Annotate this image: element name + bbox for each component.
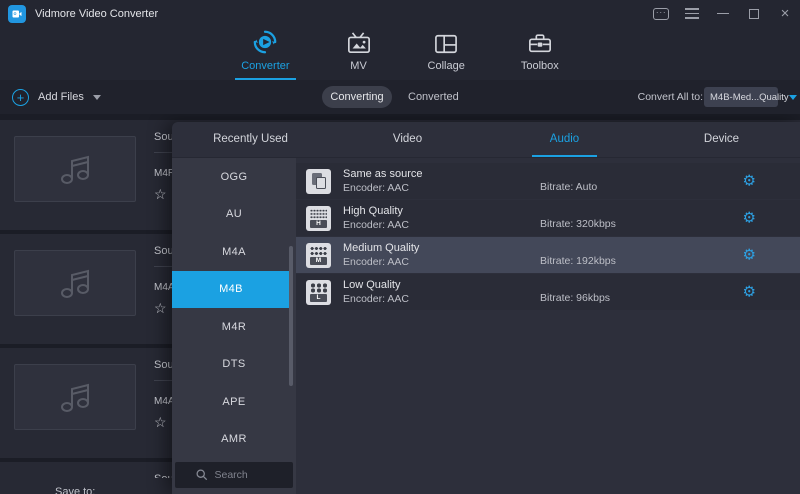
file-source-label: Sou	[154, 359, 174, 371]
maximize-icon[interactable]	[745, 5, 763, 23]
app-window: Vidmore Video Converter ··· × Converte	[0, 0, 800, 494]
audio-thumbnail	[14, 136, 136, 202]
panel-tab-video[interactable]: Video	[329, 122, 486, 157]
settings-gear-icon[interactable]: ⚙	[743, 248, 756, 263]
search-input[interactable]	[215, 469, 273, 481]
profile-encoder: Encoder: AAC	[343, 256, 419, 268]
profile-medium-quality[interactable]: M Medium Quality Encoder: AAC Bitrate: 1…	[296, 237, 800, 273]
format-item-amr[interactable]: AMR	[172, 421, 296, 459]
format-panel: Recently Used Video Audio Device OGG AU …	[172, 122, 800, 494]
format-item-m4b[interactable]: M4B	[172, 271, 290, 309]
profile-bitrate: Bitrate: 192kbps	[540, 255, 616, 267]
profile-name: Medium Quality	[343, 242, 419, 254]
format-search-box[interactable]	[175, 462, 293, 488]
tab-converter-label: Converter	[241, 60, 289, 72]
profile-name: Low Quality	[343, 279, 409, 291]
add-files-button[interactable]: + Add Files	[12, 80, 101, 114]
profile-name: High Quality	[343, 205, 409, 217]
profile-encoder: Encoder: AAC	[343, 182, 422, 194]
audio-thumbnail	[14, 364, 136, 430]
panel-tab-device[interactable]: Device	[643, 122, 800, 157]
close-icon[interactable]: ×	[776, 5, 794, 23]
settings-gear-icon[interactable]: ⚙	[743, 285, 756, 300]
panel-tab-recently-used[interactable]: Recently Used	[172, 122, 329, 157]
panel-body: OGG AU M4A M4B M4R DTS APE AMR	[172, 158, 800, 494]
toolbar: + Add Files Converting Converted Convert…	[0, 80, 800, 114]
tab-mv-label: MV	[350, 60, 367, 72]
convert-all-dropdown[interactable]: M4B-Med...Quality	[704, 87, 778, 107]
add-files-label: Add Files	[38, 91, 84, 103]
low-quality-icon: L	[306, 280, 331, 305]
profile-bitrate: Bitrate: Auto	[540, 181, 597, 193]
profile-low-quality[interactable]: L Low Quality Encoder: AAC Bitrate: 96kb…	[296, 274, 800, 310]
file-source-label: Sou	[154, 245, 174, 257]
menu-icon[interactable]	[683, 5, 701, 23]
tab-collage[interactable]: Collage	[422, 27, 471, 80]
app-logo-icon	[8, 5, 26, 23]
tab-toolbox-label: Toolbox	[521, 60, 559, 72]
medium-quality-icon: M	[306, 243, 331, 268]
format-list: OGG AU M4A M4B M4R DTS APE AMR	[172, 158, 296, 494]
settings-gear-icon[interactable]: ⚙	[743, 211, 756, 226]
tab-toolbox[interactable]: Toolbox	[515, 27, 565, 80]
profile-high-quality[interactable]: H High Quality Encoder: AAC Bitrate: 320…	[296, 200, 800, 236]
format-item-ogg[interactable]: OGG	[172, 158, 296, 196]
collage-icon	[433, 29, 459, 55]
format-item-m4a[interactable]: M4A	[172, 233, 296, 271]
add-files-caret-icon	[93, 95, 101, 100]
format-list-scrollbar[interactable]	[289, 246, 293, 386]
feedback-icon[interactable]: ···	[652, 5, 670, 23]
profile-name: Same as source	[343, 168, 422, 180]
format-item-m4r[interactable]: M4R	[172, 308, 296, 346]
effect-star-icon[interactable]: ☆	[154, 414, 167, 430]
panel-tab-audio[interactable]: Audio	[486, 122, 643, 157]
same-as-source-icon	[306, 169, 331, 194]
tab-collage-label: Collage	[428, 60, 465, 72]
converting-tab[interactable]: Converting	[322, 86, 392, 108]
chevron-down-icon	[789, 95, 797, 100]
convert-all-value: M4B-Med...Quality	[710, 92, 789, 103]
high-quality-icon: H	[306, 206, 331, 231]
settings-gear-icon[interactable]: ⚙	[743, 174, 756, 189]
format-item-ape[interactable]: APE	[172, 383, 296, 421]
profile-list: Same as source Encoder: AAC Bitrate: Aut…	[296, 158, 800, 494]
window-title: Vidmore Video Converter	[35, 8, 158, 20]
save-to-label: Save to:	[55, 486, 95, 494]
effect-star-icon[interactable]: ☆	[154, 186, 167, 202]
window-controls: ··· ×	[652, 0, 794, 27]
profile-bitrate: Bitrate: 96kbps	[540, 292, 610, 304]
profile-encoder: Encoder: AAC	[343, 293, 409, 305]
file-source-label: Sou	[154, 131, 174, 143]
format-item-dts[interactable]: DTS	[172, 346, 296, 384]
titlebar: Vidmore Video Converter ··· ×	[0, 0, 800, 27]
plus-icon: +	[12, 89, 29, 106]
tab-converter[interactable]: Converter	[235, 27, 295, 80]
toolbox-icon	[527, 29, 553, 55]
tab-mv[interactable]: MV	[340, 27, 378, 80]
mv-icon	[346, 29, 372, 55]
profile-encoder: Encoder: AAC	[343, 219, 409, 231]
profile-bitrate: Bitrate: 320kbps	[540, 218, 616, 230]
converter-icon	[252, 29, 278, 55]
main-nav: Converter MV Col	[0, 27, 800, 80]
minimize-icon[interactable]	[714, 5, 732, 23]
format-item-au[interactable]: AU	[172, 196, 296, 234]
effect-star-icon[interactable]: ☆	[154, 300, 167, 316]
panel-tabs: Recently Used Video Audio Device	[172, 122, 800, 158]
convert-all-label: Convert All to:	[638, 80, 703, 114]
audio-thumbnail	[14, 250, 136, 316]
profile-same-as-source[interactable]: Same as source Encoder: AAC Bitrate: Aut…	[296, 163, 800, 199]
converted-tab[interactable]: Converted	[408, 80, 459, 114]
search-icon	[196, 469, 208, 481]
